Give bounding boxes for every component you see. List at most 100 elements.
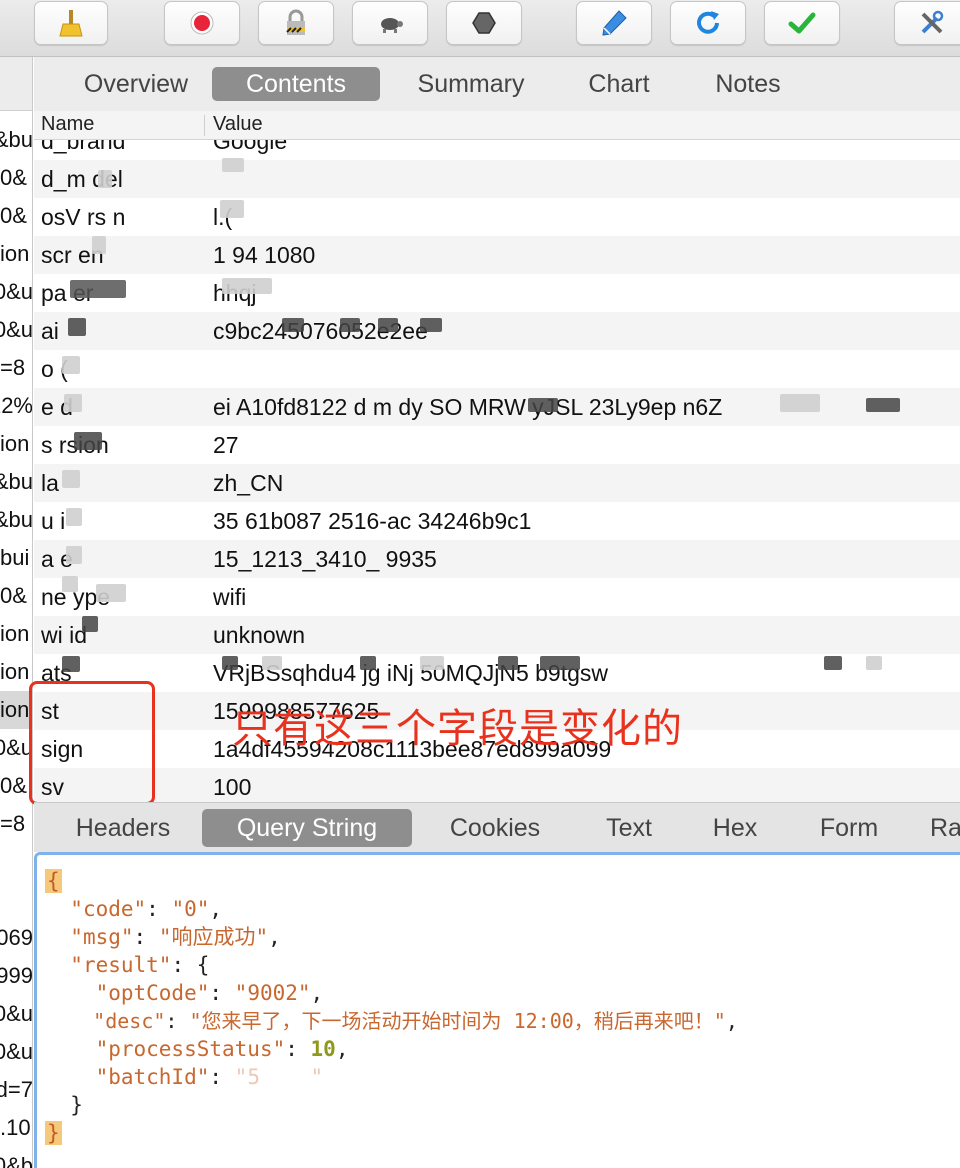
- column-header-value[interactable]: Value: [213, 113, 263, 136]
- session-list-header: [0, 57, 32, 111]
- session-row[interactable]: =8: [0, 805, 32, 843]
- tab-summary[interactable]: Summary: [396, 67, 546, 101]
- json-string: "响应成功": [158, 925, 269, 949]
- table-row[interactable]: o (: [34, 350, 960, 388]
- session-row[interactable]: id=7: [0, 1071, 33, 1109]
- session-row-text: &bu: [0, 469, 33, 494]
- tab-headers[interactable]: Headers: [58, 809, 188, 847]
- table-row[interactable]: s rsion27: [34, 426, 960, 464]
- session-row[interactable]: [0, 881, 32, 919]
- toolbar: [0, 0, 960, 57]
- tools-icon: [917, 8, 947, 38]
- table-row[interactable]: ats VRjBSsqhdu4 jg iNj 50MQJjN5 b9tgsw: [34, 654, 960, 692]
- table-row[interactable]: wi id unknown: [34, 616, 960, 654]
- param-name: d_brand: [41, 140, 126, 154]
- tab-contents[interactable]: Contents: [212, 67, 380, 101]
- table-row[interactable]: la zh_CN: [34, 464, 960, 502]
- turtle-icon: [375, 8, 405, 38]
- tools-button[interactable]: [894, 1, 960, 45]
- param-value: Google: [213, 140, 288, 154]
- column-divider[interactable]: [204, 115, 205, 136]
- ssl-button[interactable]: [258, 1, 334, 45]
- session-row[interactable]: 0&u: [0, 1033, 33, 1071]
- param-value: ei A10fd8122 d m dy SO MRW yJSL 23Ly9ep …: [213, 394, 723, 420]
- table-row[interactable]: scr en 1 94 1080: [34, 236, 960, 274]
- tab-cookies[interactable]: Cookies: [432, 809, 558, 847]
- session-row[interactable]: 069: [0, 919, 32, 957]
- param-value: zh_CN: [213, 470, 284, 496]
- tab-form[interactable]: Form: [806, 809, 892, 847]
- throttle-button[interactable]: [352, 1, 428, 45]
- session-row[interactable]: 0&u: [0, 995, 33, 1033]
- session-row[interactable]: .10: [0, 1109, 32, 1147]
- json-string: "0": [171, 897, 210, 921]
- repeat-button[interactable]: [670, 1, 746, 45]
- session-row-text: 0&u: [0, 1001, 33, 1026]
- session-row[interactable]: 0&: [0, 577, 32, 615]
- session-row-text: ion: [0, 431, 30, 456]
- session-list[interactable]: &bu 0&0&ion 0&u 0&u =8 22% ion&bu&bu bui 0&ion io…: [0, 57, 33, 1168]
- param-name: wi id: [41, 622, 88, 648]
- session-row[interactable]: 0&: [0, 159, 32, 197]
- table-row[interactable]: d_brand Google: [34, 140, 960, 160]
- tab-query-string[interactable]: Query String: [202, 809, 412, 847]
- validate-button[interactable]: [764, 1, 840, 45]
- session-row[interactable]: ion: [0, 425, 32, 463]
- session-row[interactable]: ion: [0, 653, 32, 691]
- session-row-text: id=7: [0, 1077, 33, 1102]
- session-row[interactable]: bui: [0, 539, 32, 577]
- param-value: 100: [213, 774, 252, 800]
- table-row[interactable]: ne ype wifi: [34, 578, 960, 616]
- clear-button[interactable]: [34, 1, 108, 45]
- param-name: ai: [41, 318, 59, 344]
- session-row[interactable]: 0&: [0, 197, 32, 235]
- session-row[interactable]: 22%: [0, 387, 33, 425]
- session-row-text: .10: [0, 1115, 31, 1140]
- session-row-text: 0&u: [0, 279, 33, 304]
- table-row[interactable]: ai c9bc245076052e2ee: [34, 312, 960, 350]
- record-icon: [187, 8, 217, 38]
- param-name: u i: [41, 508, 66, 534]
- session-row[interactable]: 0&u: [0, 311, 33, 349]
- table-row[interactable]: sv 100: [34, 768, 960, 802]
- session-row[interactable]: 999: [0, 957, 32, 995]
- session-row[interactable]: 0&b: [0, 1147, 32, 1168]
- json-line: }: [70, 1093, 83, 1117]
- table-row[interactable]: u i 35 61b087 2516-ac 34246b9c1: [34, 502, 960, 540]
- tab-notes[interactable]: Notes: [698, 67, 798, 101]
- inspector-tabs: Overview Contents Summary Chart Notes: [34, 57, 960, 111]
- table-row[interactable]: a e 15_1213_3410_ 9935: [34, 540, 960, 578]
- changing-fields-highlight: [29, 681, 155, 805]
- table-row[interactable]: d_m del: [34, 160, 960, 198]
- tab-text[interactable]: Text: [586, 809, 672, 847]
- session-row[interactable]: 0&u: [0, 273, 33, 311]
- tab-chart[interactable]: Chart: [564, 67, 674, 101]
- tab-raw[interactable]: Ra: [930, 809, 960, 847]
- tab-overview[interactable]: Overview: [56, 67, 216, 101]
- session-row[interactable]: =8: [0, 349, 32, 387]
- session-row[interactable]: &bu: [0, 501, 32, 539]
- column-header-name[interactable]: Name: [41, 113, 94, 136]
- breakpoint-button[interactable]: [446, 1, 522, 45]
- json-key: "processStatus": [95, 1037, 286, 1061]
- json-response-view[interactable]: { "code": "0", "msg": "响应成功", "result": …: [34, 852, 960, 1168]
- param-value: 35 61b087 2516-ac 34246b9c1: [213, 508, 532, 534]
- tab-hex[interactable]: Hex: [700, 809, 770, 847]
- session-row[interactable]: [0, 843, 32, 881]
- compose-button[interactable]: [576, 1, 652, 45]
- response-tabs: Headers Query String Cookies Text Hex Fo…: [34, 802, 960, 852]
- session-row-text: 22%: [0, 393, 33, 418]
- session-row[interactable]: &bu: [0, 463, 33, 501]
- session-row-text: 0&: [0, 583, 27, 608]
- record-button[interactable]: [164, 1, 240, 45]
- session-row-text: ion: [0, 621, 30, 646]
- param-name: osV rs n: [41, 204, 126, 230]
- table-row[interactable]: osV rs nl.(: [34, 198, 960, 236]
- session-row[interactable]: ion: [0, 235, 32, 273]
- session-row-text: 0&u: [0, 317, 33, 342]
- table-row[interactable]: e d ei A10fd8122 d m dy SO MRW yJSL 23Ly9…: [34, 388, 960, 426]
- session-row[interactable]: ion: [0, 615, 32, 653]
- table-row[interactable]: pa erhhqj: [34, 274, 960, 312]
- session-row[interactable]: &bu: [0, 121, 32, 159]
- session-row-text: 0&u: [0, 1039, 33, 1064]
